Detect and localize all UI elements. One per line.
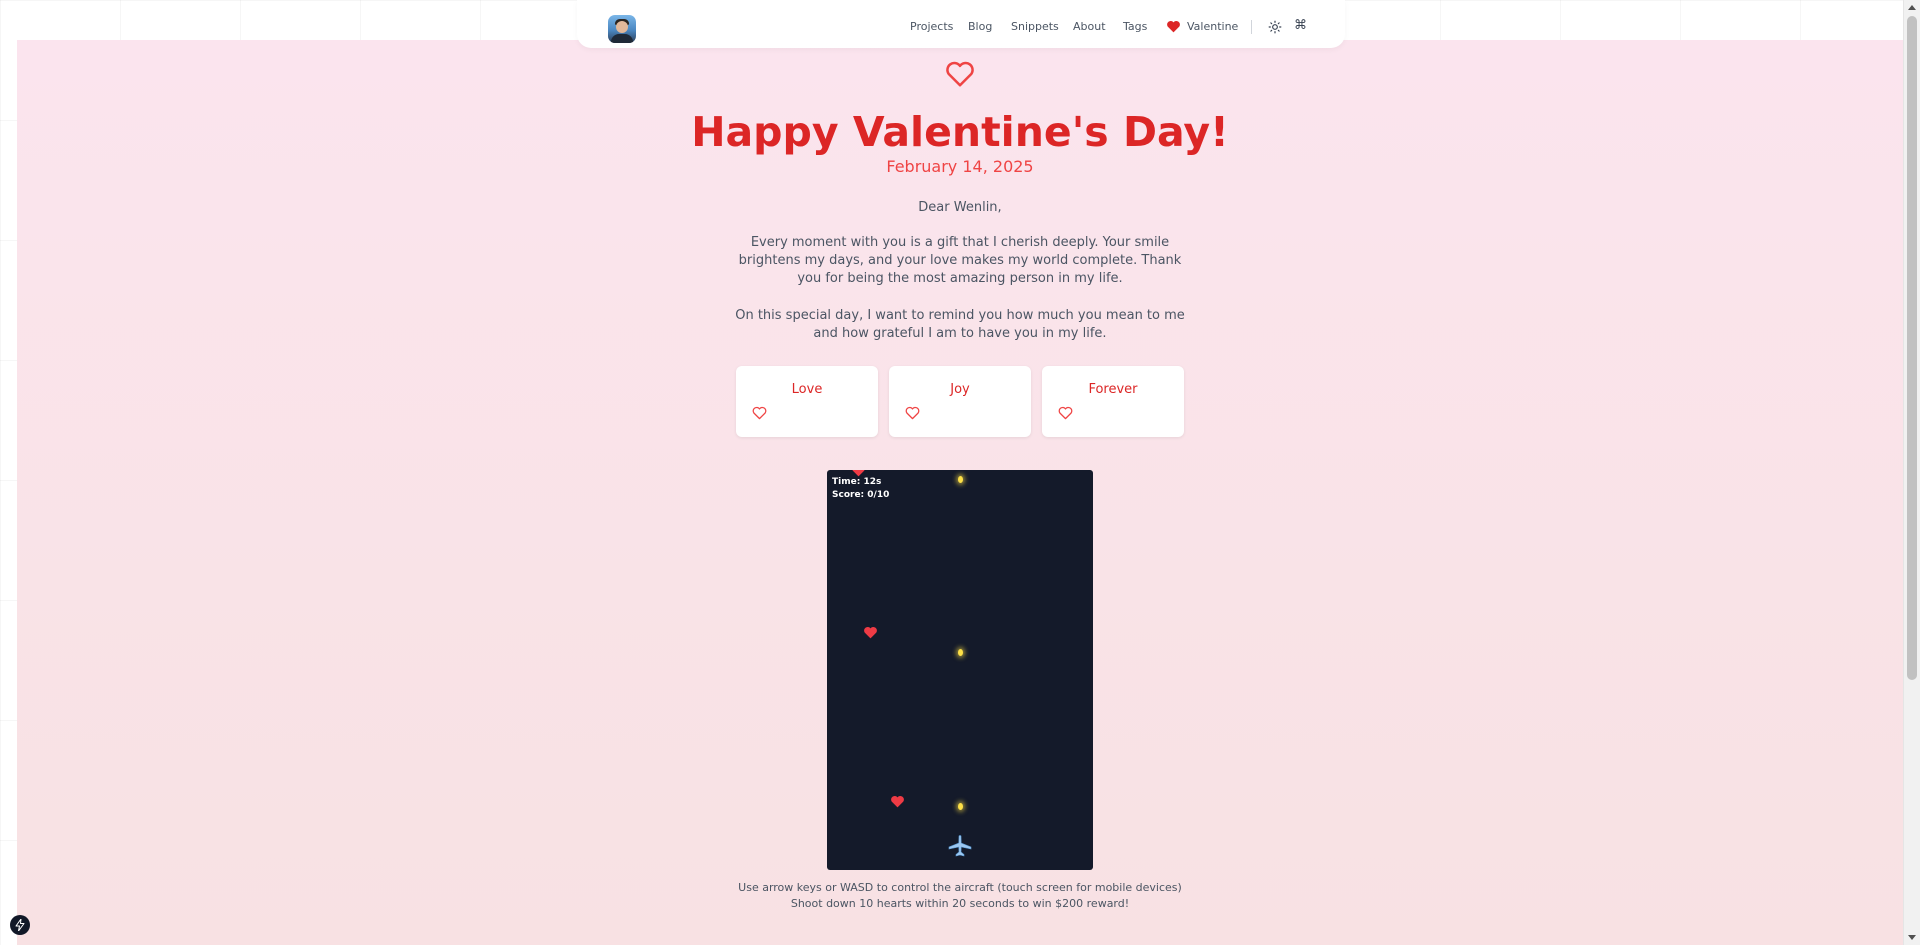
game-score: Score: 0/10 <box>832 490 890 500</box>
page-title: Happy Valentine's Day! <box>691 108 1229 156</box>
heart-outline-icon <box>905 406 920 420</box>
heart-outline-icon <box>1058 406 1073 420</box>
letter-greeting: Dear Wenlin, <box>918 200 1002 215</box>
nav-link-blog[interactable]: Blog <box>968 20 992 34</box>
card-title: Joy <box>950 382 970 397</box>
scrollbar-thumb[interactable] <box>1907 16 1917 680</box>
command-icon[interactable]: ⌘ <box>1294 18 1307 33</box>
letter-paragraph-2: On this special day, I want to remind yo… <box>735 308 1185 341</box>
lightning-button[interactable] <box>10 915 30 935</box>
game-canvas[interactable]: Time: 12s Score: 0/10 <box>827 470 1093 870</box>
game-time: Time: 12s <box>832 477 882 487</box>
nav-link-projects[interactable]: Projects <box>910 20 953 34</box>
heart-outline-icon <box>752 406 767 420</box>
scrollbar[interactable] <box>1903 0 1920 945</box>
sun-icon[interactable] <box>1268 20 1282 34</box>
card-title: Forever <box>1088 382 1138 397</box>
nav-divider <box>1251 20 1252 34</box>
card-forever: Forever <box>1042 366 1184 437</box>
heart-target-icon <box>891 796 904 808</box>
heart-icon <box>1167 21 1180 33</box>
avatar[interactable] <box>608 15 636 43</box>
bullet <box>958 476 963 483</box>
game-reward-text: Shoot down 10 hearts within 20 seconds t… <box>790 897 1130 910</box>
heart-outline-icon <box>946 61 974 87</box>
navbar: Projects Blog Snippets About Tags Valent… <box>577 0 1345 48</box>
card-love: Love <box>736 366 878 437</box>
nav-link-tags[interactable]: Tags <box>1123 20 1147 34</box>
card-title: Love <box>791 382 823 397</box>
bullet <box>958 803 963 810</box>
scroll-down-icon[interactable] <box>1908 935 1916 940</box>
date-label: February 14, 2025 <box>886 157 1034 176</box>
heart-target-icon <box>864 627 877 639</box>
scroll-up-icon[interactable] <box>1908 5 1916 10</box>
aircraft-icon[interactable] <box>948 835 972 857</box>
card-joy: Joy <box>889 366 1031 437</box>
lightning-icon <box>15 919 25 931</box>
bullet <box>958 649 963 656</box>
nav-link-valentine[interactable]: Valentine <box>1187 20 1238 34</box>
game-instructions: Use arrow keys or WASD to control the ai… <box>738 881 1182 894</box>
letter-paragraph-1: Every moment with you is a gift that I c… <box>738 235 1182 286</box>
nav-link-about[interactable]: About <box>1073 20 1106 34</box>
nav-link-snippets[interactable]: Snippets <box>1011 20 1059 34</box>
